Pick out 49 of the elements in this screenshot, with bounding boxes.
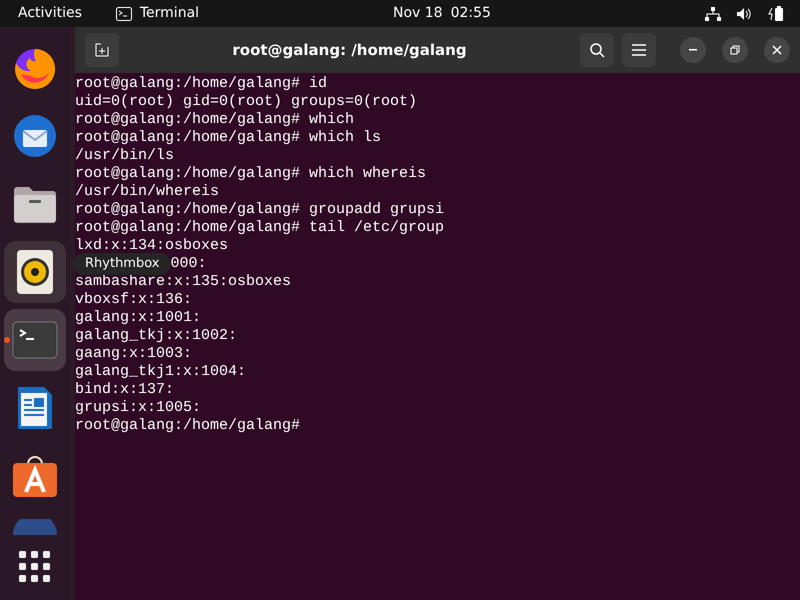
terminal-line: gaang:x:1003: <box>75 345 192 362</box>
activities-button[interactable]: Activities <box>0 3 100 24</box>
terminal-line: root@galang:/home/galang# which <box>75 111 354 128</box>
search-icon <box>590 42 604 58</box>
terminal-line: /usr/bin/whereis <box>75 183 220 200</box>
dock-item-highlight[interactable] <box>4 241 66 303</box>
network-icon[interactable] <box>705 6 721 20</box>
app-menu[interactable]: Terminal <box>140 3 200 24</box>
folder-icon[interactable] <box>12 184 58 224</box>
terminal-line: galang:x:1001: <box>75 309 202 326</box>
terminal-line: galang_tkj:x:1002: <box>75 327 238 344</box>
app-grid-icon[interactable] <box>19 551 51 583</box>
shopping-bag-icon[interactable] <box>12 454 58 498</box>
terminal-line: root@galang:/home/galang# groupadd grupsi <box>75 201 444 218</box>
terminal-line: root@galang:/home/galang# which ls <box>75 129 382 146</box>
close-icon <box>772 45 782 55</box>
terminal-icon <box>116 6 132 20</box>
terminal-line: grupsi:x:1005: <box>75 399 202 416</box>
terminal-line: lxd:x:134:osboxes <box>75 237 228 254</box>
document-icon[interactable] <box>16 385 54 431</box>
volume-icon[interactable] <box>737 6 752 20</box>
new-tab-button[interactable] <box>85 33 119 67</box>
speaker-icon[interactable] <box>16 249 54 295</box>
clock[interactable]: Nov 18 02:55 <box>393 3 491 24</box>
terminal-line: sambashare:x:135:osboxes <box>75 273 292 290</box>
close-button[interactable] <box>764 37 790 63</box>
mail-icon[interactable] <box>11 112 59 160</box>
tooltip: Rhythmbox <box>73 253 172 275</box>
running-indicator <box>4 337 10 343</box>
terminal-line: root@galang:/home/galang# id <box>75 75 328 92</box>
terminal-line: galang_tkj1:x:1004: <box>75 363 246 380</box>
search-button[interactable] <box>580 33 614 67</box>
terminal-line: uid=0(root) gid=0(root) groups=0(root) <box>75 93 418 110</box>
menu-button[interactable] <box>622 33 656 67</box>
new-tab-icon <box>95 43 109 57</box>
terminal-line: 000: <box>170 255 206 273</box>
terminal-line: /usr/bin/ls <box>75 147 174 164</box>
terminal-icon[interactable] <box>12 321 58 359</box>
battery-icon[interactable] <box>768 6 784 22</box>
menu-icon <box>632 44 646 56</box>
terminal-line: bind:x:137: <box>75 381 174 398</box>
terminal-line: root@galang:/home/galang# which whereis <box>75 165 426 182</box>
window-title: root@galang: /home/galang <box>231 40 468 61</box>
maximize-button[interactable] <box>722 37 748 63</box>
terminal-line: root@galang:/home/galang# tail /etc/group <box>75 219 444 236</box>
terminal-line: vboxsf:x:136: <box>75 291 192 308</box>
minimize-icon <box>689 49 697 51</box>
restore-icon <box>730 45 740 55</box>
terminal-line: root@galang:/home/galang# <box>75 417 300 434</box>
